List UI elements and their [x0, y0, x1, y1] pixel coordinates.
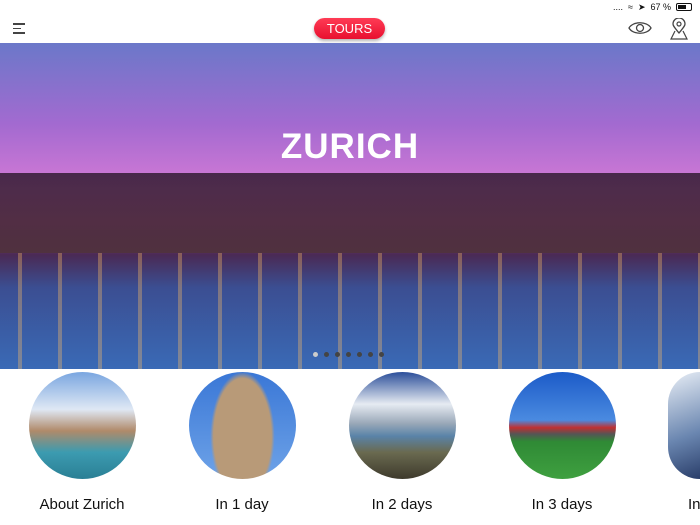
- page-dot[interactable]: [346, 352, 351, 357]
- in-1-day-image: [188, 372, 296, 479]
- tile-about-zurich[interactable]: About Zurich: [2, 372, 162, 513]
- tile-label: About Zurich: [39, 496, 125, 513]
- status-bar: .... ≈ ➤ 67 %: [613, 0, 700, 14]
- tile-label: In 3 days: [531, 496, 593, 513]
- map-pin-icon[interactable]: [670, 18, 688, 40]
- next-tour-image: [668, 372, 700, 479]
- page-indicator[interactable]: [313, 352, 384, 357]
- tours-button[interactable]: TOURS: [314, 18, 385, 39]
- battery-icon: [676, 3, 692, 11]
- eye-icon[interactable]: [628, 20, 652, 36]
- page-dot[interactable]: [379, 352, 384, 357]
- hero-banner[interactable]: ZURICH: [0, 43, 700, 369]
- in-3-days-image: [508, 372, 616, 479]
- tile-in-1-day[interactable]: In 1 day: [162, 372, 322, 513]
- page-dot[interactable]: [324, 352, 329, 357]
- wifi-icon: ≈: [627, 2, 633, 12]
- page-dot[interactable]: [368, 352, 373, 357]
- about-zurich-image: [28, 372, 136, 479]
- location-arrow-icon: ➤: [637, 1, 646, 12]
- signal-dots: ....: [612, 2, 623, 12]
- tile-label: In: [688, 496, 700, 513]
- top-nav: TOURS: [0, 14, 700, 43]
- page-dot[interactable]: [313, 352, 318, 357]
- tile-label: In 2 days: [371, 496, 433, 513]
- tile-in-3-days[interactable]: In 3 days: [482, 372, 642, 513]
- hero-title: ZURICH: [280, 127, 420, 166]
- tile-label: In 1 day: [215, 496, 269, 513]
- tour-list: About Zurich In 1 day In 2 days In 3 day…: [0, 369, 700, 525]
- city-skyline: [0, 173, 700, 253]
- tile-in-2-days[interactable]: In 2 days: [322, 372, 482, 513]
- menu-icon[interactable]: [13, 23, 25, 35]
- page-dot[interactable]: [357, 352, 362, 357]
- in-2-days-image: [348, 372, 456, 479]
- battery-percent: 67 %: [650, 2, 671, 12]
- page-dot[interactable]: [335, 352, 340, 357]
- tile-next[interactable]: In: [642, 372, 700, 513]
